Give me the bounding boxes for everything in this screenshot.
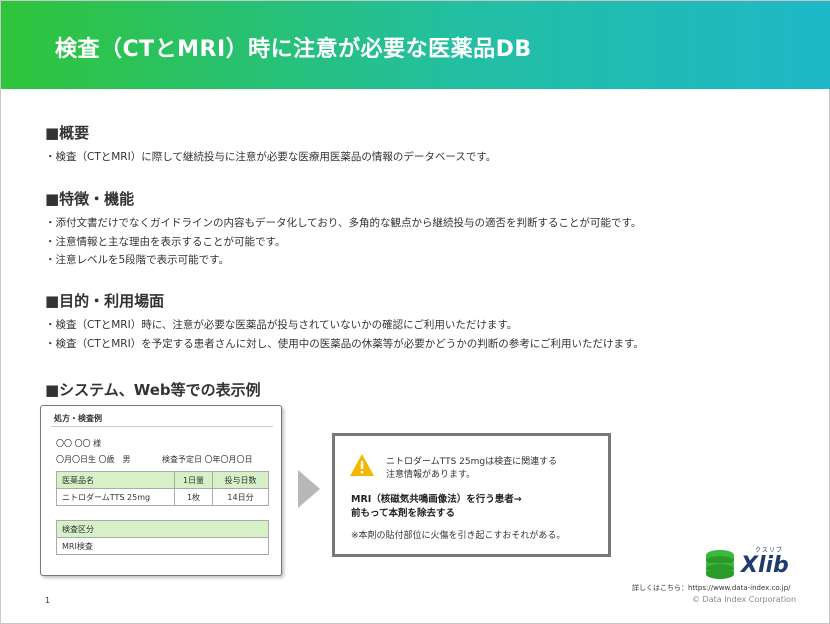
exam-date: 検査予定日 〇年〇月〇日	[162, 455, 253, 464]
overview-bullet: ・検査（CTとMRI）に際して継続投与に注意が必要な医療用医薬品の情報のデータベ…	[45, 151, 497, 163]
table-header-cell: 1日量	[174, 471, 213, 489]
table-header-row: 医薬品名 1日量 投与日数	[56, 471, 269, 489]
logo-wordmark: Xlib	[741, 553, 789, 578]
warning-strong-line: MRI（核磁気共鳴画像法）を行う患者→	[351, 494, 522, 505]
header-banner: 検査（CTとMRI）時に注意が必要な医薬品DB	[1, 1, 830, 89]
section-heading-purpose: ■目的・利用場面	[45, 292, 165, 310]
table-header-row: 検査区分	[56, 520, 269, 538]
table-cell: MRI検査	[56, 537, 269, 555]
table-header-cell: 投与日数	[212, 471, 269, 489]
table-header-cell: 検査区分	[56, 520, 269, 538]
slide: 検査（CTとMRI）時に注意が必要な医薬品DB ■概要 ・検査（CTとMRI）に…	[0, 0, 830, 624]
features-bullet: ・注意情報と主な理由を表示することが可能です。	[45, 236, 286, 248]
page-number: 1	[45, 596, 51, 605]
warning-note: ※本剤の貼付部位に火傷を引き起こすおそれがある。	[351, 531, 566, 541]
exam-table: 検査区分 MRI検査	[56, 520, 269, 555]
drug-table: 医薬品名 1日量 投与日数 ニトロダームTTS 25mg 1枚 14日分	[56, 471, 269, 506]
prescription-mock-card: 処方・検査例 〇〇 〇〇 様 〇月〇日生 〇歳 男 検査予定日 〇年〇月〇日 医…	[40, 405, 282, 576]
warning-line: ニトロダームTTS 25mgは検査に関連する	[386, 457, 558, 467]
features-bullet: ・注意レベルを5段階で表示可能です。	[45, 254, 230, 266]
table-cell: ニトロダームTTS 25mg	[56, 488, 175, 506]
warning-box: ニトロダームTTS 25mgは検査に関連する 注意情報があります。 MRI（核磁…	[332, 433, 611, 557]
section-heading-display-example: ■システム、Web等での表示例	[45, 381, 261, 399]
warning-strong-line: 前もって本剤を除去する	[351, 508, 456, 519]
warning-line: 注意情報があります。	[386, 470, 476, 480]
purpose-bullet: ・検査（CTとMRI）を予定する患者さんに対し、使用中の医薬品の休薬等が必要かど…	[45, 338, 644, 350]
table-row: MRI検査	[56, 537, 269, 555]
arrow-right-icon	[298, 470, 320, 508]
warning-icon	[350, 454, 374, 476]
card-title: 処方・検査例	[54, 414, 102, 423]
section-heading-features: ■特徴・機能	[45, 190, 135, 208]
patient-info: 〇月〇日生 〇歳 男	[56, 455, 131, 464]
features-bullet: ・添付文書だけでなくガイドラインの内容もデータ化しており、多角的な観点から継続投…	[45, 217, 642, 229]
divider	[51, 426, 273, 427]
patient-name: 〇〇 〇〇 様	[56, 439, 102, 448]
copyright: © Data Index Corporation	[692, 595, 797, 604]
table-cell: 14日分	[212, 488, 269, 506]
section-heading-overview: ■概要	[45, 124, 90, 142]
table-header-cell: 医薬品名	[56, 471, 175, 489]
xlib-logo: クスリブ Xlib	[703, 547, 805, 581]
footer-link[interactable]: 詳しくはこちら：https://www.data-index.co.jp/	[632, 583, 791, 593]
table-row: ニトロダームTTS 25mg 1枚 14日分	[56, 488, 269, 506]
table-cell: 1枚	[174, 488, 213, 506]
database-icon	[706, 550, 734, 579]
page-title: 検査（CTとMRI）時に注意が必要な医薬品DB	[55, 37, 532, 62]
purpose-bullet: ・検査（CTとMRI）時に、注意が必要な医薬品が投与されていないかの確認にご利用…	[45, 319, 518, 331]
